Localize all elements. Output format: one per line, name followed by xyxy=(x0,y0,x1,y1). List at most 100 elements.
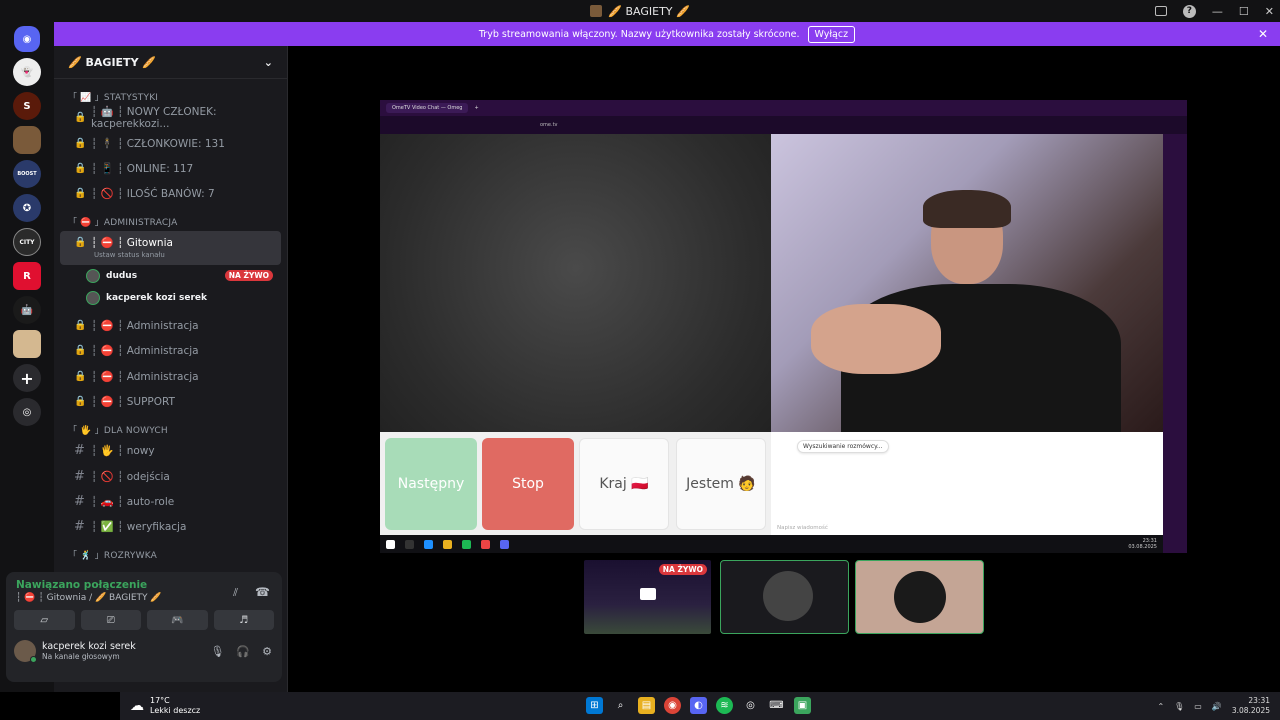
channel-auto-role[interactable]: # ┆ 🚗 ┆ auto-role xyxy=(60,489,281,514)
discord-home-icon[interactable]: ◉ xyxy=(14,26,40,52)
close-window-button[interactable]: ✕ xyxy=(1265,5,1274,18)
user-panel[interactable]: kacperek kozi serek Na kanale głosowym 🎙… xyxy=(6,630,282,663)
camera-button[interactable]: ▱ xyxy=(14,610,75,630)
self-camera-video xyxy=(771,134,1163,434)
channel-bans[interactable]: 🔒 ┆ 🚫 ┆ ILOŚĆ BANÓW: 7 xyxy=(60,181,281,206)
category-new[interactable]: 「 🖐 」DLA NOWYCH xyxy=(54,420,287,438)
windows-taskbar: ☁ 17°C Lekki deszcz ⊞ ⌕ ▤ ◉ ◐ ≋ ◎ ⌨ ▣ ⌃ 🎙… xyxy=(120,692,1280,720)
server-icon-bot[interactable]: 🤖 xyxy=(13,296,41,324)
channel-odejscia[interactable]: # ┆ 🚫 ┆ odejścia xyxy=(60,464,281,489)
connection-channel[interactable]: ┆ ⛔ ┆ Gitownia / 🥖 BAGIETY 🥖 xyxy=(6,591,282,603)
spotify-icon[interactable]: ≋ xyxy=(716,697,733,714)
country-button: Kraj 🇵🇱 xyxy=(579,438,669,530)
lock-icon: 🔒 xyxy=(74,188,87,200)
stream-view[interactable]: OmeTV Video Chat — Omeg + ome.tv Następn… xyxy=(380,100,1187,553)
server-icon-booster[interactable]: BOOST xyxy=(13,160,41,188)
username: kacperek kozi serek xyxy=(42,641,136,652)
add-server-icon[interactable]: + xyxy=(13,364,41,392)
live-badge: NA ŻYWO xyxy=(224,270,273,282)
search-icon[interactable]: ⌕ xyxy=(612,697,629,714)
server-icon-r[interactable]: R xyxy=(13,262,41,290)
volume-icon[interactable]: 🔊 xyxy=(1212,702,1222,711)
server-icon-city[interactable]: CITY xyxy=(13,228,41,256)
guild-name: 🥖 BAGIETY 🥖 xyxy=(68,55,157,69)
weather-widget[interactable]: ☁ 17°C Lekki deszcz xyxy=(120,696,200,716)
obs-icon[interactable]: ◎ xyxy=(742,697,759,714)
category-admin[interactable]: 「 ⛔ 」ADMINISTRACJA xyxy=(54,213,287,231)
chevron-up-icon[interactable]: ⌃ xyxy=(1157,702,1164,711)
terminal-icon[interactable]: ⌨ xyxy=(768,697,785,714)
avatar xyxy=(86,290,100,305)
ometv-controls: Następny Stop Kraj 🇵🇱 Jestem 🧑 Wyszukiwa… xyxy=(380,432,1163,535)
chrome-icon[interactable]: ◉ xyxy=(664,697,681,714)
avatar xyxy=(86,268,100,283)
hash-icon: # xyxy=(74,494,85,510)
channel-members[interactable]: 🔒 ┆ 🕴 ┆ CZŁONKOWIE: 131 xyxy=(60,130,281,155)
channel-admin-1[interactable]: 🔒 ┆ ⛔ ┆ Administracja xyxy=(60,313,281,338)
lock-icon: 🔒 xyxy=(74,112,87,124)
microphone-icon[interactable]: 🎙 xyxy=(1174,702,1184,711)
close-banner-icon[interactable]: ✕ xyxy=(1258,27,1268,41)
channel-support[interactable]: 🔒 ┆ ⛔ ┆ SUPPORT xyxy=(60,389,281,414)
microphone-icon[interactable]: 🎙 xyxy=(210,645,224,658)
voice-user-kacperek[interactable]: kacperek kozi serek xyxy=(54,287,287,309)
browser-tab: OmeTV Video Chat — Omeg xyxy=(386,103,469,113)
start-icon[interactable]: ⊞ xyxy=(586,697,603,714)
lock-icon: 🔒 xyxy=(74,319,87,331)
help-icon[interactable]: ? xyxy=(1182,4,1196,18)
cloud-rain-icon: ☁ xyxy=(130,698,144,714)
system-tray: ⌃ 🎙 ▭ 🔊 23:31 3.08.2025 xyxy=(1157,696,1270,716)
channel-online[interactable]: 🔒 ┆ 📱 ┆ ONLINE: 117 xyxy=(60,156,281,181)
live-badge: NA ŻYWO xyxy=(658,564,707,575)
network-icon[interactable]: ▭ xyxy=(1194,702,1202,711)
channel-gitownia[interactable]: 🔒 ┆ ⛔ ┆ Gitownia Ustaw status kanału xyxy=(60,230,281,265)
soundboard-button[interactable]: ♬ xyxy=(213,610,274,630)
guild-header[interactable]: 🥖 BAGIETY 🥖 ⌄ xyxy=(54,46,287,79)
banner-text: Tryb streamowania włączony. Nazwy użytko… xyxy=(478,28,800,40)
chat-message: Wyszukiwanie rozmówcy... xyxy=(797,440,889,453)
shared-taskbar: 23:31 03.08.2025 xyxy=(380,535,1163,553)
channel-admin-3[interactable]: 🔒 ┆ ⛔ ┆ Administracja xyxy=(60,363,281,388)
avatar xyxy=(14,640,37,663)
channel-nowy[interactable]: # ┆ 🖐 ┆ nowy xyxy=(60,438,281,463)
participant-tile-stream[interactable]: NA ŻYWO xyxy=(584,560,711,634)
server-icon-photo[interactable] xyxy=(13,330,41,358)
disable-streamer-mode-button[interactable]: Wyłącz xyxy=(807,25,856,43)
screen-share-icon xyxy=(640,588,656,600)
file-explorer-icon[interactable]: ▤ xyxy=(638,697,655,714)
channel-admin-2[interactable]: 🔒 ┆ ⛔ ┆ Administracja xyxy=(60,338,281,363)
noise-suppression-icon[interactable]: ⫽ xyxy=(233,586,238,600)
screen-share-button[interactable]: ⎚ xyxy=(80,610,141,630)
next-button: Następny xyxy=(385,438,477,530)
streamer-mode-banner: Tryb streamowania włączony. Nazwy użytko… xyxy=(54,22,1280,46)
server-icon-s[interactable]: S xyxy=(13,92,41,120)
settings-gear-icon[interactable]: ⚙ xyxy=(262,645,272,658)
set-channel-status[interactable]: Ustaw status kanału xyxy=(74,251,165,259)
server-icon-bagiety[interactable] xyxy=(13,126,41,154)
voice-user-dudus[interactable]: dudus NA ŻYWO xyxy=(54,265,287,287)
participant-tile-dudus[interactable] xyxy=(720,560,849,634)
hash-icon: # xyxy=(74,443,85,459)
maximize-button[interactable]: ☐ xyxy=(1239,5,1249,18)
inbox-icon[interactable] xyxy=(1154,6,1167,16)
channel-new-member[interactable]: 🔒 ┆ 🤖 ┆ NOWY CZŁONEK: kacperekkozi... xyxy=(60,105,281,130)
discord-icon[interactable]: ◐ xyxy=(690,697,707,714)
participant-tile-kacperek[interactable] xyxy=(855,560,984,634)
server-icon-ghost[interactable]: 👻 xyxy=(13,58,41,86)
server-icon-star[interactable]: ✪ xyxy=(13,194,41,222)
chat-input: Napisz wiadomość xyxy=(777,525,828,531)
discover-icon[interactable]: ◎ xyxy=(13,398,41,426)
activity-button[interactable]: 🎮 xyxy=(147,610,208,630)
headphones-icon[interactable]: 🎧 xyxy=(236,645,250,658)
disconnect-icon[interactable]: ☎ xyxy=(255,585,270,599)
avatar xyxy=(763,571,813,621)
lock-icon: 🔒 xyxy=(74,137,87,149)
app-icon[interactable]: ▣ xyxy=(794,697,811,714)
lock-icon: 🔒 xyxy=(74,345,87,357)
minimize-button[interactable]: — xyxy=(1212,5,1223,18)
category-fun[interactable]: 「 🕺 」ROZRYWKA xyxy=(54,546,287,564)
avatar xyxy=(894,571,946,623)
system-clock[interactable]: 23:31 3.08.2025 xyxy=(1232,696,1270,716)
category-stats[interactable]: 「 📈 」STATYSTYKI xyxy=(54,87,287,105)
channel-weryfikacja[interactable]: # ┆ ✅ ┆ weryfikacja xyxy=(60,514,281,539)
